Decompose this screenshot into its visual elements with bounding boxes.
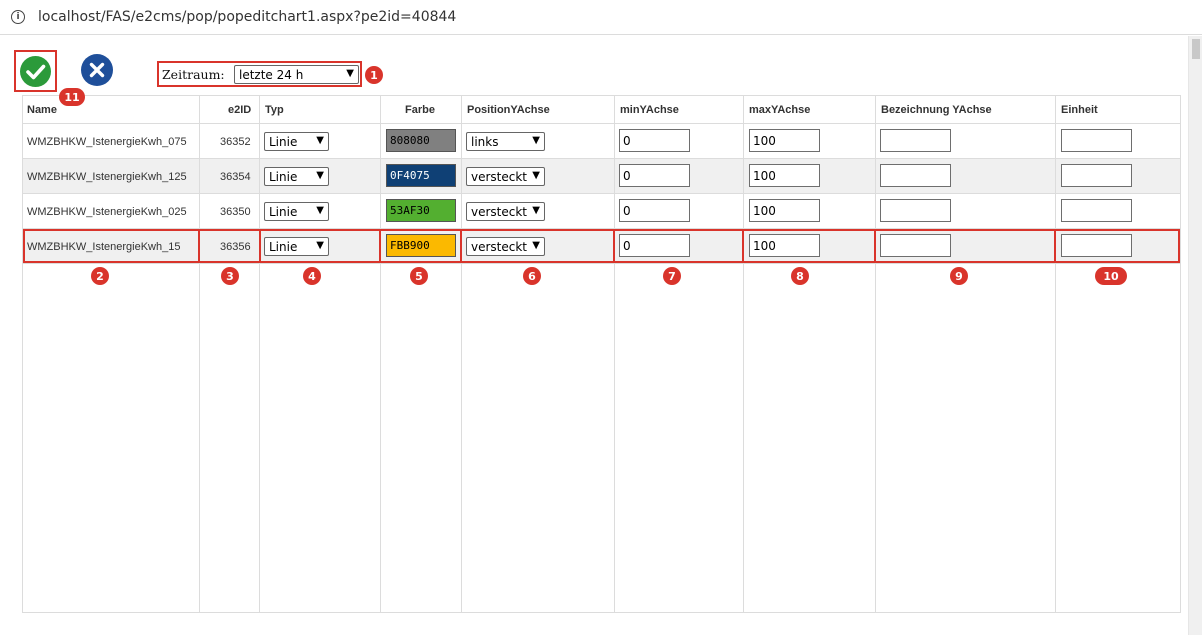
column-divider [875, 96, 876, 612]
marker-6: 6 [523, 267, 541, 285]
column-divider [380, 96, 381, 612]
max-yachse-input[interactable]: 100 [749, 164, 820, 187]
min-yachse-input[interactable]: 0 [619, 199, 690, 222]
highlight-position [460, 229, 615, 263]
chevron-down-icon: ▼ [316, 170, 324, 181]
bezeichnung-input[interactable] [880, 129, 951, 152]
header-farbe: Farbe [405, 104, 435, 116]
highlight-min [613, 229, 744, 263]
header-typ: Typ [265, 104, 284, 116]
bezeichnung-input[interactable] [880, 199, 951, 222]
color-field[interactable]: 0F4075 [386, 164, 456, 187]
marker-10: 10 [1095, 267, 1127, 285]
typ-select-value: Linie [269, 134, 298, 149]
header-einheit: Einheit [1061, 104, 1098, 116]
marker-3: 3 [221, 267, 239, 285]
bezeichnung-input[interactable] [880, 164, 951, 187]
column-divider [614, 96, 615, 612]
scrollbar-thumb[interactable] [1192, 39, 1200, 59]
marker-9: 9 [950, 267, 968, 285]
header-position-yachse: PositionYAchse [467, 104, 550, 116]
series-table: Name e2ID Typ Farbe PositionYAchse minYA… [22, 95, 1181, 613]
highlight-typ [259, 229, 381, 263]
column-divider [259, 96, 260, 612]
marker-4: 4 [303, 267, 321, 285]
table-row-bg [23, 158, 1180, 193]
marker-7: 7 [663, 267, 681, 285]
cell-e2id: 36350 [220, 206, 251, 218]
cell-name: WMZBHKW_IstenergieKwh_075 [27, 136, 187, 148]
typ-select[interactable]: Linie ▼ [264, 132, 329, 151]
info-icon[interactable]: i [11, 10, 25, 24]
header-max-yachse: maxYAchse [749, 104, 811, 116]
typ-select[interactable]: Linie ▼ [264, 167, 329, 186]
position-select[interactable]: links ▼ [466, 132, 545, 151]
highlight-e2id [198, 229, 261, 263]
typ-select[interactable]: Linie ▼ [264, 202, 329, 221]
marker-2: 2 [91, 267, 109, 285]
row-divider [23, 158, 1180, 159]
row-divider [23, 263, 1180, 264]
min-yachse-input[interactable]: 0 [619, 164, 690, 187]
table-row-bg [23, 193, 1180, 228]
period-select-value: letzte 24 h [239, 67, 304, 82]
max-yachse-input[interactable]: 100 [749, 199, 820, 222]
chevron-down-icon: ▼ [346, 68, 354, 79]
marker-5: 5 [410, 267, 428, 285]
highlight-farbe [379, 229, 462, 263]
min-yachse-input[interactable]: 0 [619, 129, 690, 152]
position-select-value: versteckt [471, 169, 528, 184]
chevron-down-icon: ▼ [316, 205, 324, 216]
marker-8: 8 [791, 267, 809, 285]
highlight-name [23, 229, 200, 263]
save-button[interactable] [20, 56, 51, 87]
position-select-value: links [471, 134, 499, 149]
einheit-input[interactable] [1061, 129, 1132, 152]
cancel-button[interactable] [81, 54, 113, 86]
einheit-input[interactable] [1061, 164, 1132, 187]
row-divider [23, 193, 1180, 194]
highlight-max [742, 229, 876, 263]
period-label: Zeitraum: [162, 67, 225, 82]
save-button-highlight [14, 50, 57, 92]
color-field[interactable]: 53AF30 [386, 199, 456, 222]
position-select-value: versteckt [471, 204, 528, 219]
table-row-bg [23, 123, 1180, 158]
einheit-input[interactable] [1061, 199, 1132, 222]
url-text[interactable]: localhost/FAS/e2cms/pop/popeditchart1.as… [38, 9, 456, 25]
period-highlight: Zeitraum: letzte 24 h ▼ [157, 61, 362, 87]
column-divider [1055, 96, 1056, 612]
marker-1: 1 [365, 66, 383, 84]
checkmark-icon [26, 64, 46, 80]
period-select[interactable]: letzte 24 h ▼ [234, 65, 359, 84]
column-divider [461, 96, 462, 612]
cell-name: WMZBHKW_IstenergieKwh_125 [27, 171, 187, 183]
marker-11: 11 [59, 88, 85, 106]
cell-e2id: 36354 [220, 171, 251, 183]
row-divider [23, 123, 1180, 124]
typ-select-value: Linie [269, 169, 298, 184]
position-select[interactable]: versteckt ▼ [466, 167, 545, 186]
chevron-down-icon: ▼ [532, 135, 540, 146]
position-select[interactable]: versteckt ▼ [466, 202, 545, 221]
header-bezeichnung-yachse: Bezeichnung YAchse [881, 104, 992, 116]
highlight-bezeichnung [874, 229, 1056, 263]
column-divider [199, 96, 200, 612]
cell-name: WMZBHKW_IstenergieKwh_025 [27, 206, 187, 218]
chevron-down-icon: ▼ [532, 170, 540, 181]
close-icon [89, 62, 105, 78]
chevron-down-icon: ▼ [532, 205, 540, 216]
address-bar[interactable]: i localhost/FAS/e2cms/pop/popeditchart1.… [0, 0, 1202, 35]
cell-e2id: 36352 [220, 136, 251, 148]
typ-select-value: Linie [269, 204, 298, 219]
chevron-down-icon: ▼ [316, 135, 324, 146]
max-yachse-input[interactable]: 100 [749, 129, 820, 152]
highlight-einheit [1054, 229, 1180, 263]
header-min-yachse: minYAchse [620, 104, 679, 116]
column-divider [743, 96, 744, 612]
header-name: Name [27, 104, 57, 116]
header-e2id: e2ID [228, 104, 252, 116]
vertical-scrollbar[interactable] [1188, 36, 1202, 635]
color-field[interactable]: 808080 [386, 129, 456, 152]
